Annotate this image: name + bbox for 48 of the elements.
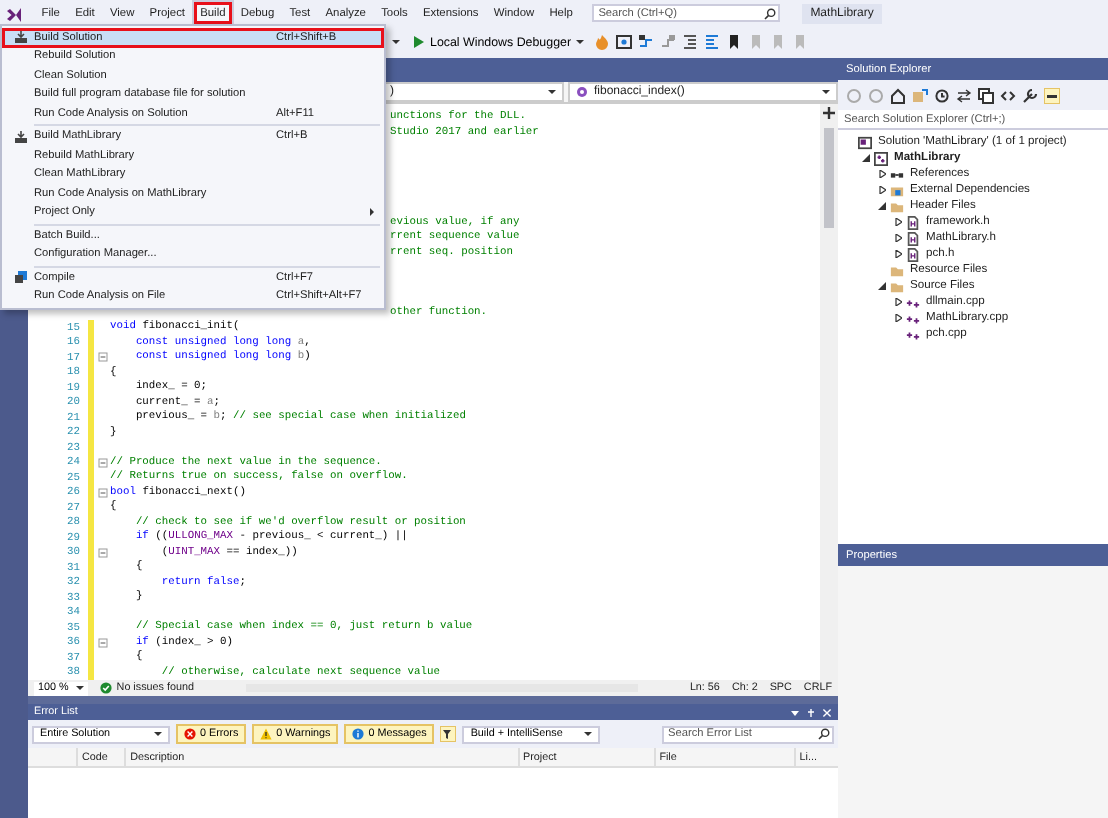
caret-icon: [548, 90, 556, 94]
function-icon: [576, 86, 588, 98]
compile-icon: [13, 270, 27, 285]
warning-icon: [260, 728, 273, 740]
references-icon: [890, 167, 904, 181]
caret-icon: [154, 732, 162, 736]
collapsed-arrow-icon[interactable]: [893, 234, 901, 242]
build-icon: [13, 129, 27, 144]
collapsed-arrow-icon[interactable]: [893, 218, 901, 226]
filter-icon[interactable]: [440, 726, 457, 742]
collapsed-arrow-icon[interactable]: [893, 314, 901, 322]
indent-icon[interactable]: [703, 34, 720, 50]
logo-icon[interactable]: [6, 5, 22, 21]
project-icon: [874, 151, 888, 165]
collapsed-arrow-icon[interactable]: [893, 298, 901, 306]
error-icon: [184, 728, 196, 740]
caret-icon: [76, 686, 85, 690]
collapsed-arrow-icon[interactable]: [893, 250, 901, 258]
swap-icon[interactable]: [956, 87, 972, 103]
step-icon[interactable]: [637, 34, 654, 50]
close-icon[interactable]: [822, 707, 832, 717]
solution-icon: [858, 135, 872, 149]
collapsed-arrow-icon[interactable]: [877, 186, 885, 194]
info-icon: [352, 728, 365, 740]
expanded-arrow-icon[interactable]: [877, 282, 885, 290]
search-icon: [764, 7, 777, 19]
expanded-arrow-icon[interactable]: [861, 154, 869, 162]
wrench-icon[interactable]: [1022, 87, 1038, 103]
expanded-arrow-icon[interactable]: [877, 202, 885, 210]
history-icon[interactable]: [934, 87, 950, 103]
window-icon[interactable]: [615, 34, 632, 50]
code-icon[interactable]: [1000, 87, 1016, 103]
search-icon: [818, 728, 830, 740]
folder-icon: [890, 199, 904, 213]
home-icon[interactable]: [890, 87, 906, 103]
caret-icon: [822, 90, 830, 94]
build-icon: [13, 30, 27, 45]
pin-icon[interactable]: [806, 707, 816, 717]
caret-icon: [575, 40, 584, 44]
caret-icon: [584, 732, 593, 736]
copy-icon[interactable]: [978, 87, 994, 103]
scrollbar-thumb[interactable]: [824, 128, 834, 228]
collapsed-arrow-icon[interactable]: [877, 170, 885, 178]
plus-icon[interactable]: [822, 106, 836, 120]
play-icon: [410, 34, 426, 50]
caret-icon: [392, 40, 400, 44]
indent-icon[interactable]: [681, 34, 698, 50]
dependencies-icon: [890, 183, 904, 197]
